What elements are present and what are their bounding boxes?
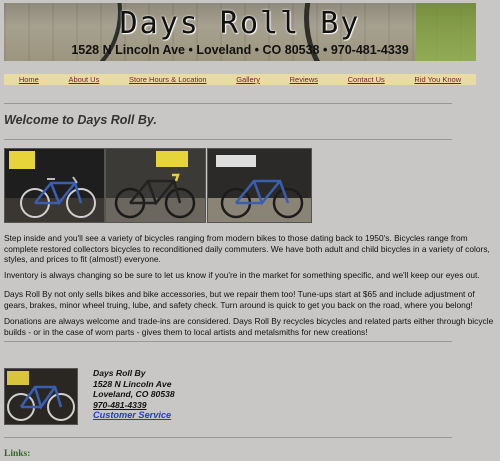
repair-paragraph: Days Roll By not only sells bikes and bi… <box>4 289 475 310</box>
contact-city: Loveland, CO 80538 <box>93 389 175 400</box>
donations-paragraph: Donations are always welcome and trade-i… <box>4 316 494 337</box>
bike-photo[interactable] <box>207 148 312 223</box>
links-heading: Links: <box>4 449 31 459</box>
contact-block: Days Roll By 1528 N Lincoln Ave Loveland… <box>93 368 175 421</box>
inventory-paragraph: Inventory is always changing so be sure … <box>4 270 480 280</box>
site-address: 1528 N Lincoln Ave • Loveland • CO 80538… <box>71 43 409 57</box>
divider <box>4 437 452 438</box>
nav-store-hours[interactable]: Store Hours & Location <box>129 75 207 84</box>
nav-about-us[interactable]: About Us <box>69 75 100 84</box>
nav-home[interactable]: Home <box>19 75 39 84</box>
customer-service-link[interactable]: Customer Service <box>93 410 175 421</box>
divider <box>4 341 452 342</box>
shop-sign-image <box>216 155 256 167</box>
nav-contact-us[interactable]: Contact Us <box>348 75 385 84</box>
contact-phone: 970-481-4339 <box>93 399 147 410</box>
contact-street: 1528 N Lincoln Ave <box>93 378 172 389</box>
nav-bar: Home About Us Store Hours & Location Gal… <box>4 74 476 85</box>
blue-bicycle-image <box>218 167 306 219</box>
nav-did-you-know[interactable]: Rid You Know <box>414 75 461 84</box>
blue-bicycle-image <box>5 369 77 424</box>
welcome-heading: Welcome to Days Roll By. <box>4 113 157 127</box>
shop-bike-photo <box>4 368 78 425</box>
bike-photo[interactable] <box>105 148 206 223</box>
intro-paragraph: Step inside and you'll see a variety of … <box>4 233 490 265</box>
divider <box>4 139 452 140</box>
bike-photo[interactable] <box>4 148 105 223</box>
nav-reviews[interactable]: Reviews <box>290 75 318 84</box>
divider <box>4 103 452 104</box>
road-bicycle-image <box>114 167 198 219</box>
blue-bicycle-image <box>19 169 99 219</box>
site-title: Days Roll By <box>119 6 361 41</box>
site-banner: Days Roll By 1528 N Lincoln Ave • Lovela… <box>4 3 476 61</box>
contact-name: Days Roll By <box>93 368 146 378</box>
shop-sign-image <box>156 151 188 167</box>
shop-sign-image <box>9 151 35 169</box>
page: Days Roll By 1528 N Lincoln Ave • Lovela… <box>0 0 500 461</box>
nav-gallery[interactable]: Gallery <box>236 75 260 84</box>
